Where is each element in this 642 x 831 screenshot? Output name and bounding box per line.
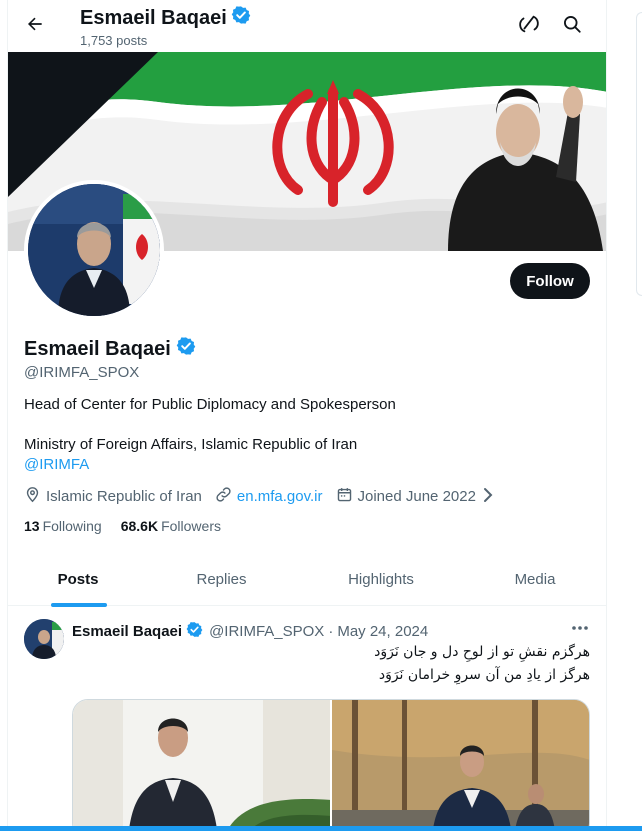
- grok-icon: [518, 13, 540, 40]
- follow-stats: 13 Following 68.6K Followers: [24, 518, 221, 534]
- top-bar: Esmaeil Baqaei 1,753 posts: [8, 0, 606, 52]
- tweet-author-name[interactable]: Esmaeil Baqaei: [72, 623, 182, 640]
- website: en.mfa.gov.ir: [215, 486, 323, 507]
- tweet-text-line: هرگز از یادِ من آن سروِ خرامان نَرَوَد: [378, 667, 590, 683]
- tab-media[interactable]: Media: [467, 553, 603, 606]
- profile-meta: Islamic Republic of Iran en.mfa.gov.ir J…: [24, 486, 508, 507]
- tweet-image[interactable]: [73, 700, 330, 831]
- link-icon: [215, 486, 232, 507]
- profile-handle: @IRIMFA_SPOX: [24, 364, 140, 381]
- active-tab-indicator: [51, 603, 107, 607]
- verified-badge-icon: [231, 5, 251, 31]
- website-link[interactable]: en.mfa.gov.ir: [237, 488, 323, 505]
- chevron-right-icon: [481, 487, 495, 507]
- grok-button[interactable]: [515, 12, 543, 40]
- tab-highlights[interactable]: Highlights: [295, 553, 467, 606]
- post-count: 1,753 posts: [80, 33, 148, 48]
- search-button[interactable]: [558, 12, 586, 40]
- location: Islamic Republic of Iran: [24, 486, 202, 507]
- following-link[interactable]: 13 Following: [24, 518, 102, 534]
- tweet-more-button[interactable]: [570, 618, 590, 638]
- tweet-author-handle[interactable]: @IRIMFA_SPOX: [209, 623, 324, 640]
- separator-dot: ·: [328, 623, 334, 640]
- tab-posts[interactable]: Posts: [8, 553, 148, 606]
- followers-label: Followers: [161, 518, 221, 534]
- more-icon: [570, 625, 590, 642]
- header-title: Esmaeil Baqaei: [80, 5, 251, 31]
- profile-avatar[interactable]: [24, 180, 164, 320]
- sidebar-panel-edge: [636, 12, 642, 296]
- joined-date[interactable]: Joined June 2022: [336, 486, 495, 507]
- verified-badge-icon: [186, 621, 203, 642]
- tweet-text-line: هرگزم نقشِ تو از لوحِ دل و جان نَرَوَد: [374, 644, 590, 660]
- tweet-text: هرگزم نقشِ تو از لوحِ دل و جان نَرَوَد ه…: [72, 641, 590, 687]
- calendar-icon: [336, 486, 353, 507]
- followers-link[interactable]: 68.6K Followers: [121, 518, 221, 534]
- profile-name-text: Esmaeil Baqaei: [24, 337, 171, 360]
- profile-name: Esmaeil Baqaei: [24, 336, 196, 362]
- following-label: Following: [42, 518, 102, 534]
- joined-text: Joined June 2022: [357, 488, 476, 505]
- tab-replies[interactable]: Replies: [148, 553, 295, 606]
- header-name: Esmaeil Baqaei: [80, 6, 227, 29]
- profile-tabs: Posts Replies Highlights Media: [8, 553, 606, 606]
- tweet-date[interactable]: May 24, 2024: [337, 623, 428, 640]
- verified-badge-icon[interactable]: [176, 336, 196, 362]
- tweet-avatar[interactable]: [24, 619, 64, 659]
- bio-line: Ministry of Foreign Affairs, Islamic Rep…: [24, 436, 358, 453]
- followers-count: 68.6K: [120, 518, 159, 534]
- profile-column: Esmaeil Baqaei 1,753 posts Follow Esmaei…: [7, 0, 607, 831]
- bio-mention-link[interactable]: @IRIMFA: [24, 456, 89, 473]
- following-count: 13: [24, 518, 40, 534]
- arrow-left-icon: [25, 14, 45, 39]
- search-icon: [562, 14, 582, 39]
- tweet-image[interactable]: [332, 700, 589, 831]
- follow-button[interactable]: Follow: [510, 263, 590, 299]
- bottom-banner-bar: [0, 826, 642, 831]
- location-pin-icon: [24, 486, 41, 507]
- tweet-header: Esmaeil Baqaei @IRIMFA_SPOX · May 24, 20…: [72, 621, 428, 642]
- bio-line: Head of Center for Public Diplomacy and …: [24, 396, 396, 413]
- location-text: Islamic Republic of Iran: [46, 488, 202, 505]
- back-button[interactable]: [20, 11, 50, 41]
- tweet-media: [72, 699, 590, 831]
